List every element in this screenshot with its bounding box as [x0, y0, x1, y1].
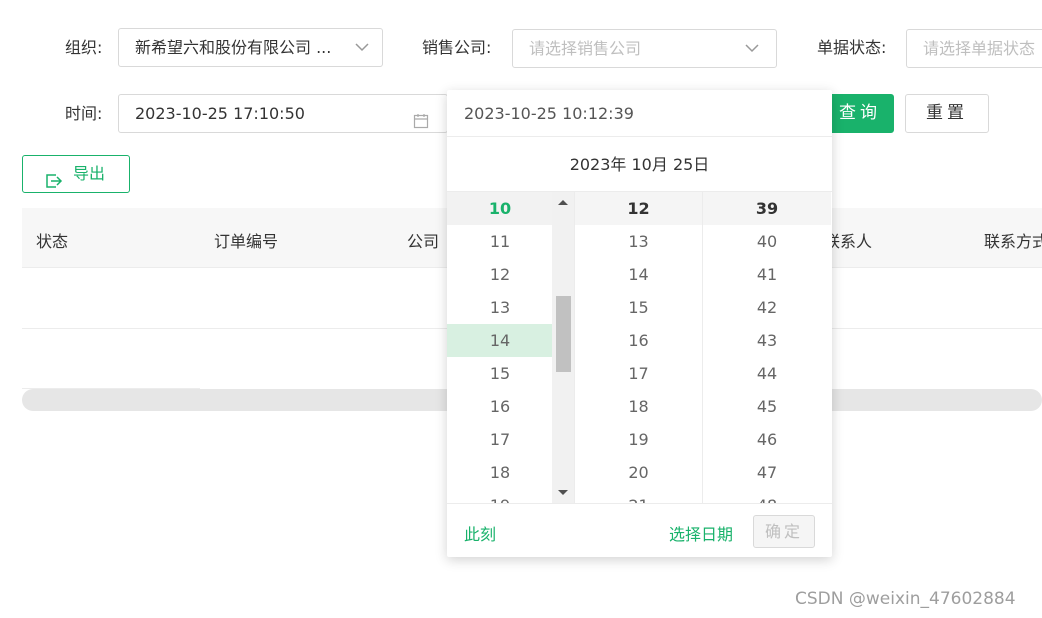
hour-option[interactable]: 15 [447, 357, 553, 390]
minute-option[interactable]: 13 [575, 225, 702, 258]
minute-option[interactable]: 16 [575, 324, 702, 357]
ok-label: 确定 [764, 522, 803, 541]
hour-option[interactable]: 11 [447, 225, 553, 258]
col-contact-method: 联系方式 [984, 232, 1042, 251]
hour-option[interactable]: 17 [447, 423, 553, 456]
reset-button[interactable]: 重置 [905, 94, 989, 133]
org-select[interactable]: 新希望六和股份有限公司 ... [118, 28, 383, 67]
time-start-input[interactable]: 2023-10-25 17:10:50 [118, 94, 448, 133]
picker-date-header: 2023年 10月 25日 [447, 138, 832, 192]
second-option[interactable]: 48 [703, 489, 831, 503]
minute-option[interactable]: 14 [575, 258, 702, 291]
org-value: 新希望六和股份有限公司 ... [135, 38, 332, 57]
hour-scrollbar[interactable] [552, 192, 574, 503]
hour-column[interactable]: 10 11 12 13 14 15 16 17 18 19 [447, 192, 575, 503]
hour-option[interactable]: 16 [447, 390, 553, 423]
watermark: CSDN @weixin_47602884 [795, 589, 1016, 609]
reset-label: 重置 [926, 103, 968, 123]
minute-option[interactable]: 19 [575, 423, 702, 456]
page: 组织: 新希望六和股份有限公司 ... 销售公司: 请选择销售公司 单据状态: … [0, 0, 1042, 618]
second-option[interactable]: 45 [703, 390, 831, 423]
second-option[interactable]: 41 [703, 258, 831, 291]
col-company: 公司 [407, 232, 440, 251]
time-start-value: 2023-10-25 17:10:50 [135, 104, 305, 123]
col-status: 状态 [36, 232, 69, 251]
org-label: 组织: [65, 38, 103, 57]
second-option[interactable]: 40 [703, 225, 831, 258]
hour-option[interactable]: 18 [447, 456, 553, 489]
second-option[interactable]: 44 [703, 357, 831, 390]
select-date-link[interactable]: 选择日期 [669, 521, 733, 545]
minute-option[interactable]: 12 [575, 192, 702, 225]
hour-option[interactable]: 19 [447, 489, 553, 503]
now-link[interactable]: 此刻 [464, 521, 496, 545]
export-button[interactable]: 导出 [22, 155, 130, 193]
minute-column[interactable]: 12 13 14 15 16 17 18 19 20 21 [575, 192, 703, 503]
minute-option[interactable]: 17 [575, 357, 702, 390]
sales-placeholder: 请选择销售公司 [529, 39, 642, 58]
export-icon [45, 166, 63, 202]
status-select[interactable]: 请选择单据状态 [906, 29, 1042, 68]
second-option[interactable]: 39 [703, 192, 831, 225]
status-placeholder: 请选择单据状态 [923, 39, 1036, 58]
sales-select[interactable]: 请选择销售公司 [512, 29, 777, 68]
second-option[interactable]: 42 [703, 291, 831, 324]
picker-footer: 此刻 选择日期 确定 [447, 503, 832, 557]
scroll-down-icon[interactable] [558, 490, 568, 495]
second-column[interactable]: 39 40 41 42 43 44 45 46 47 48 [703, 192, 831, 503]
sales-label: 销售公司: [422, 38, 492, 57]
scroll-up-icon[interactable] [558, 200, 568, 205]
status-label: 单据状态: [817, 38, 887, 57]
minute-option[interactable]: 21 [575, 489, 702, 503]
second-option[interactable]: 43 [703, 324, 831, 357]
ok-button[interactable]: 确定 [753, 515, 815, 548]
hour-option[interactable]: 12 [447, 258, 553, 291]
second-option[interactable]: 47 [703, 456, 831, 489]
calendar-icon [413, 105, 429, 132]
time-label: 时间: [65, 104, 103, 123]
minute-option[interactable]: 18 [575, 390, 702, 423]
minute-option[interactable]: 20 [575, 456, 702, 489]
hour-option[interactable]: 14 [447, 324, 553, 357]
second-option[interactable]: 46 [703, 423, 831, 456]
col-order-no: 订单编号 [214, 232, 279, 251]
hour-option[interactable]: 10 [447, 192, 553, 225]
minute-option[interactable]: 15 [575, 291, 702, 324]
datetime-picker-popup: 2023-10-25 10:12:39 2023年 10月 25日 10 11 … [447, 90, 832, 557]
chevron-down-icon [745, 43, 759, 53]
export-label: 导出 [73, 164, 106, 183]
chevron-down-icon [355, 42, 369, 52]
scroll-thumb[interactable] [556, 296, 571, 372]
picker-current-value[interactable]: 2023-10-25 10:12:39 [447, 90, 832, 137]
hour-option[interactable]: 13 [447, 291, 553, 324]
